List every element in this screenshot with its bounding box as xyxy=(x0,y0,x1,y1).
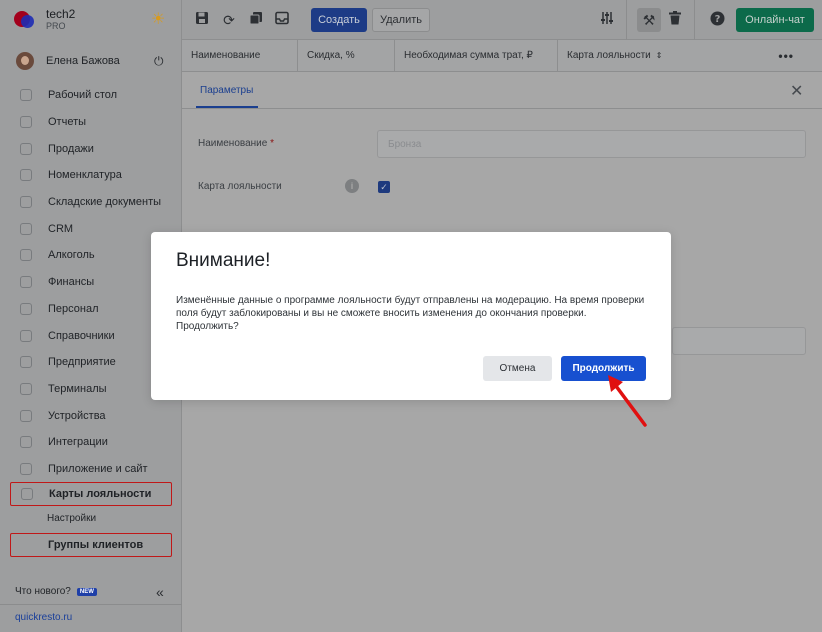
sidebar-item-label: Номенклатура xyxy=(48,169,122,182)
brand-logo xyxy=(14,9,36,31)
sidebar-item-label: Справочники xyxy=(48,329,115,342)
dialog-message: Изменённые данные о программе лояльности… xyxy=(176,295,645,332)
column-header-discount[interactable]: Скидка, % xyxy=(298,39,395,72)
refresh-icon[interactable]: ⟳ xyxy=(220,11,238,29)
name-input[interactable]: Бронза xyxy=(377,130,806,158)
svg-text:?: ? xyxy=(714,14,720,25)
wallet-icon xyxy=(20,276,32,289)
create-button[interactable]: Создать xyxy=(311,8,367,32)
column-header-label: Карта лояльности xyxy=(567,50,651,61)
tools-icon[interactable]: ⚒ xyxy=(640,11,658,29)
dashboard-icon xyxy=(20,89,32,102)
column-header-loyalty-card[interactable]: Карта лояльности ⇕ xyxy=(558,40,668,72)
sidebar-item-label: Приложение и сайт xyxy=(48,462,148,475)
crm-icon xyxy=(20,222,32,235)
tab-parameters[interactable]: Параметры xyxy=(200,85,253,96)
new-badge: NEW xyxy=(76,587,97,596)
whats-new-link[interactable]: Что нового? NEW xyxy=(15,586,97,597)
sidebar-item-label: Устройства xyxy=(48,409,106,422)
more-options-icon[interactable]: ••• xyxy=(778,49,794,63)
user-profile[interactable]: Елена Бажова ⏻ xyxy=(0,46,182,76)
reports-icon xyxy=(20,116,32,129)
monitor-icon xyxy=(20,462,32,475)
sidebar-item-label: Карты лояльности xyxy=(49,488,152,501)
sidebar-item-label: Финансы xyxy=(48,276,95,289)
name-field-label: Наименование * xyxy=(198,138,274,149)
help-icon[interactable]: ? xyxy=(708,11,726,29)
power-icon[interactable]: ⏻ xyxy=(154,54,164,69)
sidebar-item-label: Складские документы xyxy=(48,196,162,209)
name-input-placeholder: Бронза xyxy=(388,139,422,150)
theme-toggle-sun-icon[interactable]: ☀ xyxy=(151,12,167,28)
copy-icon[interactable] xyxy=(247,11,265,29)
sidebar-item-label: Рабочий стол xyxy=(48,89,118,102)
online-chat-button[interactable]: Онлайн-чат xyxy=(736,8,814,32)
sidebar-item-warehouse-docs[interactable]: Складские документы xyxy=(0,189,182,216)
sidebar-item-label: Интеграции xyxy=(48,436,108,449)
tab-active-indicator xyxy=(196,106,258,108)
sidebar-item-devices[interactable]: Устройства xyxy=(0,402,182,429)
toolbar: ⟳ Создать Удалить ⚒ ? Онлайн-чат xyxy=(182,0,822,40)
loyalty-card-label: Карта лояльности xyxy=(198,181,282,192)
column-header-required-sum[interactable]: Необходимая сумма трат, ₽ xyxy=(395,39,558,72)
table-header: Наименование Скидка, % Необходимая сумма… xyxy=(182,39,822,72)
sidebar-divider xyxy=(0,604,182,605)
toolbar-divider xyxy=(626,0,627,40)
sidebar-item-label: Терминалы xyxy=(48,382,107,395)
card-icon xyxy=(21,488,33,501)
people-icon xyxy=(20,302,32,315)
tag-icon xyxy=(20,169,32,182)
site-link[interactable]: quickresto.ru xyxy=(15,612,72,623)
brand-name: tech2 xyxy=(46,7,76,21)
warehouse-icon xyxy=(20,196,32,209)
basket-icon xyxy=(20,142,32,155)
sidebar-item-sales[interactable]: Продажи xyxy=(0,135,182,162)
required-mark: * xyxy=(270,138,275,149)
sidebar-item-dashboard[interactable]: Рабочий стол xyxy=(0,82,182,109)
sidebar-item-label: Отчеты xyxy=(48,116,87,129)
close-icon[interactable]: ✕ xyxy=(790,81,803,101)
terminal-icon xyxy=(20,382,32,395)
sort-icon: ⇕ xyxy=(655,51,663,60)
sidebar-item-nomenclature[interactable]: Номенклатура xyxy=(0,162,182,189)
sidebar-item-label: Предприятие xyxy=(48,356,116,369)
user-name: Елена Бажова xyxy=(46,55,120,67)
avatar xyxy=(16,52,34,70)
dialog-title: Внимание! xyxy=(176,250,271,271)
whats-new-label: Что нового? xyxy=(15,586,71,597)
book-icon xyxy=(20,329,32,342)
sidebar-item-label: CRM xyxy=(48,222,74,235)
confirm-dialog: Внимание! Изменённые данные о программе … xyxy=(151,232,671,400)
collapse-sidebar-icon[interactable]: « xyxy=(156,584,164,600)
save-icon[interactable] xyxy=(193,11,211,29)
sidebar-item-app-site[interactable]: Приложение и сайт xyxy=(0,456,182,483)
toolbar-divider xyxy=(694,0,695,40)
printer-icon xyxy=(20,409,32,422)
panel-tabs: Параметры ✕ xyxy=(182,73,822,109)
red-arrow-annotation xyxy=(608,375,647,427)
link-icon xyxy=(20,436,32,449)
info-icon[interactable]: i xyxy=(345,179,359,193)
column-header-name[interactable]: Наименование xyxy=(182,39,298,72)
sidebar-subitem-settings[interactable]: Настройки xyxy=(0,506,182,530)
sidebar-item-label: Персонал xyxy=(48,302,99,315)
sidebar-item-loyalty-cards[interactable]: Карты лояльности xyxy=(10,482,172,507)
name-label-text: Наименование xyxy=(198,138,268,149)
glass-icon xyxy=(20,249,32,262)
sidebar-item-label: Алкоголь xyxy=(48,249,95,262)
building-icon xyxy=(20,356,32,369)
sidebar-subitem-client-groups[interactable]: Группы клиентов xyxy=(10,533,172,558)
delete-button[interactable]: Удалить xyxy=(372,8,430,32)
brand-plan: PRO xyxy=(46,21,66,31)
sidebar-item-reports[interactable]: Отчеты xyxy=(0,109,182,136)
sidebar-item-label: Продажи xyxy=(48,142,94,155)
cancel-button[interactable]: Отмена xyxy=(483,356,552,381)
inbox-icon[interactable] xyxy=(273,11,291,29)
field-input[interactable] xyxy=(672,327,806,355)
filter-sliders-icon[interactable] xyxy=(598,11,616,29)
sidebar-item-integrations[interactable]: Интеграции xyxy=(0,429,182,456)
loyalty-card-checkbox[interactable]: ✓ xyxy=(378,181,390,193)
trash-icon[interactable] xyxy=(666,11,684,29)
